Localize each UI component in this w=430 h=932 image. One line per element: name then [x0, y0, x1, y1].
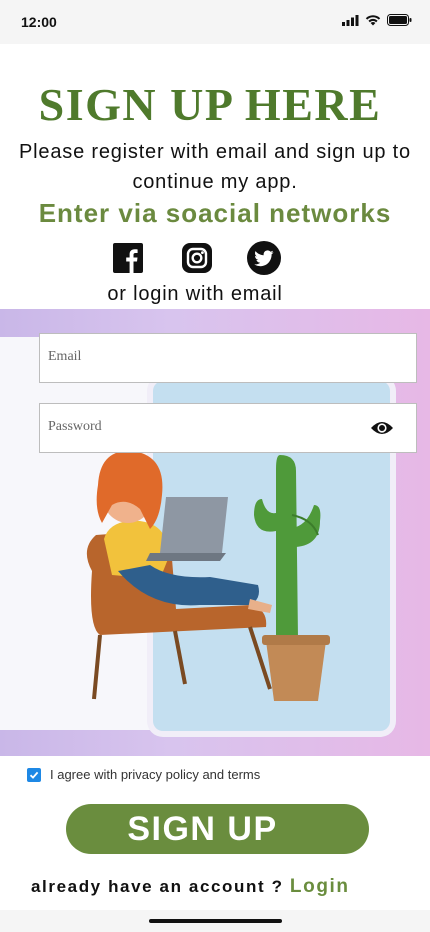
eye-icon[interactable]: [370, 418, 394, 438]
page-title: SIGN UP HERE: [38, 79, 382, 130]
password-field[interactable]: [40, 404, 356, 450]
agree-checkbox[interactable]: [27, 767, 41, 782]
twitter-icon: [247, 241, 281, 275]
email-field[interactable]: [40, 334, 356, 380]
check-icon: [29, 771, 39, 779]
agree-label: I agree with privacy policy and terms: [50, 767, 261, 782]
social-prompt: Enter via soacial networks: [38, 198, 392, 228]
login-link[interactable]: Login: [290, 876, 350, 897]
password-field-container: [39, 403, 417, 453]
facebook-button[interactable]: [110, 240, 146, 276]
status-icons: [342, 14, 412, 26]
signup-button-label: SIGN UP: [127, 809, 278, 848]
or-login-text: or login with email: [107, 283, 283, 305]
twitter-button[interactable]: [246, 240, 282, 276]
account-row: already have an account ? Login: [31, 876, 350, 898]
instagram-icon: [182, 243, 212, 273]
agree-row: I agree with privacy policy and terms: [27, 767, 260, 782]
account-prompt: already have an account ?: [31, 877, 284, 896]
home-indicator[interactable]: [149, 919, 282, 923]
wifi-icon: [365, 15, 381, 26]
email-field-container: [39, 333, 417, 383]
status-time: 12:00: [21, 14, 57, 30]
social-buttons: [0, 240, 430, 278]
battery-icon: [387, 14, 412, 26]
status-bar: 12:00: [0, 0, 430, 44]
facebook-icon: [113, 243, 143, 273]
instagram-button[interactable]: [179, 240, 215, 276]
page-subtitle: Please register with email and sign up t…: [19, 141, 411, 193]
signal-icon: [342, 14, 359, 26]
signup-button[interactable]: SIGN UP: [66, 804, 369, 854]
